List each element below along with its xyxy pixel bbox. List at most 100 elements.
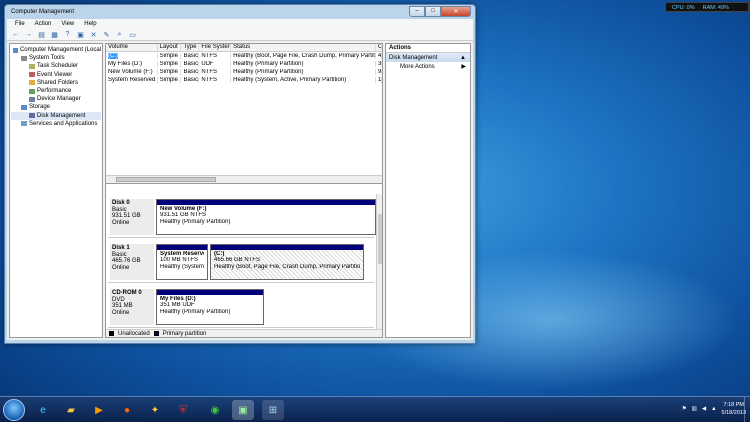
clock-time: 7:18 PM [723,402,744,408]
partition-text: My Files (D:) 351 MB UDF Healthy (Primary … [157,295,263,316]
volume-row[interactable]: (C:) Simple Basic NTFS Healthy (Boot, Page F… [106,52,383,60]
view-icon[interactable]: ▣ [76,31,85,39]
volume-cell-volume: System Reserved [106,77,158,83]
title-bar[interactable]: Computer Management – □ ✕ [5,5,475,19]
volume-row[interactable]: New Volume (F:) Simple Basic NTFS Healthy (P… [106,68,383,76]
app-icon[interactable]: ✦ [144,400,166,420]
volume-cell-text: (C:) [108,53,118,59]
maximize-button[interactable]: □ [425,5,441,17]
window-title: Computer Management [11,9,75,15]
tree-item-label: Performance [37,88,72,95]
volume-cell-text: Healthy (System, Active, Primary Partiti… [233,77,347,83]
tree-item[interactable]: Task Scheduler [11,62,101,70]
more-actions[interactable]: More Actions ▶ [386,62,470,71]
scroll-thumb[interactable] [378,214,382,264]
tree-item[interactable]: Computer Management (Local [11,46,101,54]
col-file-system[interactable]: File System [199,44,232,51]
forward-icon[interactable]: → [24,31,33,39]
partition[interactable]: System Reserved100 MB NTFSHealthy (Syste… [156,244,208,280]
legend: Unallocated Primary partition [106,329,382,337]
col-status[interactable]: Status [231,44,377,51]
show-desktop-button[interactable] [744,397,750,422]
col-layout[interactable]: Layout [158,44,182,51]
flag-icon[interactable]: ⚑ [682,406,687,412]
menu-action[interactable]: Action [35,21,52,27]
tree-item[interactable]: Event Viewer [11,71,101,79]
antivirus-icon[interactable]: ⛨ [172,400,194,420]
volume-icon[interactable]: ◀ [702,406,706,412]
properties-icon[interactable]: ▭ [128,31,137,39]
disk-state: Online [112,264,130,271]
actions-disk-management[interactable]: Disk Management ▲ [386,53,470,62]
partition[interactable]: New Volume (F:) 931.51 GB NTFS Healthy (Pr… [156,199,376,235]
tree-item-label: Shared Folders [37,79,79,86]
tree-item[interactable]: Performance [11,87,101,95]
disk-size: 931.51 GB [112,213,141,220]
vertical-scrollbar[interactable] [376,194,382,329]
clock[interactable]: 7:18 PM 5/18/2013 [722,401,746,417]
delete-icon[interactable]: ✕ [89,31,98,39]
volume-cell-layout: Simple [158,61,182,67]
minimize-button[interactable]: – [409,5,425,17]
col-capacity[interactable]: C [376,44,383,51]
menu-help[interactable]: Help [84,21,96,27]
actions-header: Actions [386,44,470,53]
partition-size: 100 MB NTFS [160,257,199,264]
tree-item[interactable]: System Tools [11,54,101,62]
disk-icon [29,113,35,119]
help-icon[interactable]: ? [63,31,72,39]
tree-item[interactable]: Shared Folders [11,79,101,87]
console-icon[interactable]: ▦ [50,31,59,39]
show-hide-tree-icon[interactable]: ▤ [37,31,46,39]
disk-name: Disk 0 [112,200,130,206]
volume-cell-text: Basic [183,69,199,75]
col-type[interactable]: Type [181,44,200,51]
back-icon[interactable]: ← [11,31,20,39]
network-icon[interactable]: ⊞ [262,400,284,420]
firefox-icon[interactable]: ● [116,400,138,420]
computer-management-icon[interactable]: ▣ [232,400,254,420]
menu-view[interactable]: View [61,21,74,27]
tree-item[interactable]: Services and Applications [11,120,101,128]
tree-item[interactable]: Device Manager [11,95,101,103]
menu-file[interactable]: File [15,21,25,27]
start-button[interactable] [3,399,25,421]
scroll-thumb[interactable] [116,177,216,182]
legend-unallocated: Unallocated [118,330,150,337]
partition[interactable]: (C:) 465.66 GB NTFS Healthy (Boot, Page Fi… [210,244,364,280]
tree-item[interactable]: Storage [11,103,101,111]
partition-text: (C:) 465.66 GB NTFS Healthy (Boot, Page Fi… [211,250,363,271]
arrow-icon[interactable]: ▲ [711,406,716,412]
close-button[interactable]: ✕ [441,5,471,17]
disk-info[interactable]: Disk 1 Basic 465.76 GB Online [110,244,154,280]
volume-cell-text: 46 [378,53,382,59]
media-player-icon[interactable]: ▶ [88,400,110,420]
disk-info[interactable]: Disk 0 Basic 931.51 GB Online [110,199,154,235]
volume-cell-text: Healthy (Boot, Page File, Crash Dump, Pr… [233,53,377,59]
disk-info[interactable]: CD-ROM 0 DVD 351 MB Online [110,289,154,325]
center-pane: Volume Layout Type File System Status C … [105,43,383,338]
search-icon[interactable]: ⌕ [115,31,124,39]
network-tray-icon[interactable]: ▥ [692,406,697,412]
tools-icon [21,55,27,61]
ie-icon[interactable]: e [32,400,54,420]
partition-status: Healthy (System, A [160,263,204,270]
volume-cell-text: UDF [201,61,214,67]
tree-item[interactable]: Disk Management [11,111,101,120]
disk-state: Online [112,309,130,316]
partition[interactable]: My Files (D:) 351 MB UDF Healthy (Primary … [156,289,264,325]
explorer-icon[interactable]: ▰ [60,400,82,420]
volume-cell-text: Basic [183,61,199,67]
performance-icon [29,88,35,94]
volume-row[interactable]: System Reserved Simple Basic NTFS Healthy (S… [106,76,383,84]
cpu-readout: CPU: 0% [672,5,695,11]
edit-icon[interactable]: ✎ [102,31,111,39]
chrome-icon[interactable]: ◉ [204,400,226,420]
volume-cell-fs: UDF [199,61,232,67]
volume-cell-volume: New Volume (F:) [106,69,158,75]
col-volume[interactable]: Volume [106,44,158,51]
volume-cell-fs: NTFS [199,69,232,75]
volume-row[interactable]: My Files (D:) Simple Basic UDF Healthy (Prim… [106,60,383,68]
volume-cell-text: Healthy (Primary Partition) [233,69,304,75]
horizontal-scrollbar[interactable] [106,175,382,183]
